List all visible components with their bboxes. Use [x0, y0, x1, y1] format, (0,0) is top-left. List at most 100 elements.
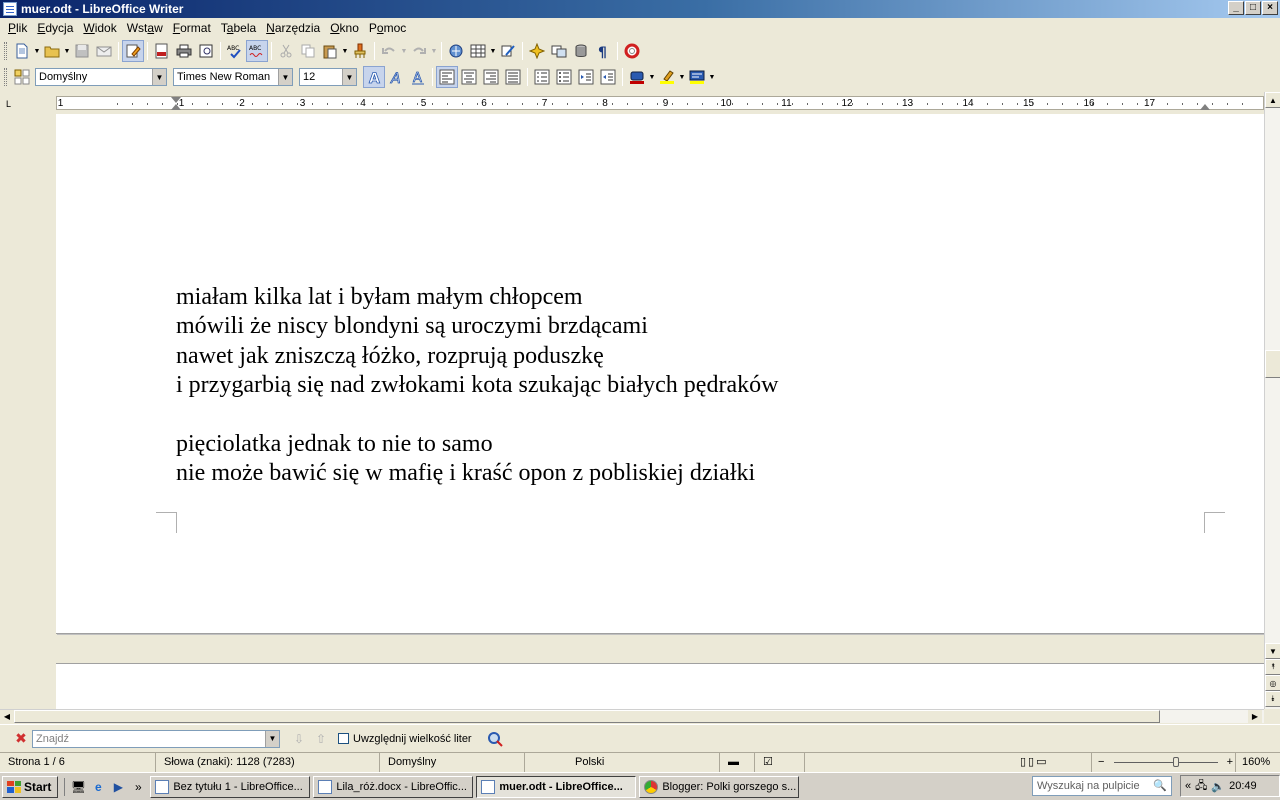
- chevron-down-icon[interactable]: ▼: [678, 74, 686, 81]
- page-indicator[interactable]: Strona 1 / 6: [0, 753, 156, 772]
- scroll-up-button[interactable]: ▲: [1265, 92, 1280, 108]
- copy-button[interactable]: [297, 40, 319, 62]
- menu-wstaw[interactable]: Wstaw: [122, 18, 168, 38]
- print-button[interactable]: [173, 40, 195, 62]
- draw-functions-button[interactable]: [497, 40, 519, 62]
- horizontal-scrollbar[interactable]: ◀ ▶: [0, 709, 1264, 723]
- clone-formatting-button[interactable]: [349, 40, 371, 62]
- save-button[interactable]: [71, 40, 93, 62]
- zoom-in-icon[interactable]: +: [1227, 756, 1233, 768]
- task-lila-roz[interactable]: Lila_róż.docx - LibreOffic...: [313, 775, 474, 798]
- hyperlink-button[interactable]: [445, 40, 467, 62]
- menu-edycja[interactable]: Edycja: [32, 18, 78, 38]
- text-line[interactable]: nie może bawić się w mafię i kraść opon …: [176, 459, 778, 488]
- edit-mode-button[interactable]: [122, 40, 144, 62]
- word-count[interactable]: Słowa (znaki): 1128 (7283): [156, 753, 380, 772]
- indent-marker[interactable]: [1200, 104, 1210, 110]
- page-1[interactable]: miałam kilka lat i byłam małym chłopcem …: [56, 114, 1264, 634]
- document-area[interactable]: miałam kilka lat i byłam małym chłopcem …: [0, 114, 1264, 709]
- redo-button[interactable]: [408, 40, 430, 62]
- open-button[interactable]: [41, 40, 63, 62]
- empty-line[interactable]: [176, 401, 778, 430]
- task-muer[interactable]: muer.odt - LibreOffice...: [476, 775, 637, 798]
- page-2[interactable]: [56, 663, 1264, 709]
- bold-button[interactable]: A: [363, 66, 385, 88]
- network-icon[interactable]: 🖧: [1195, 777, 1207, 796]
- export-pdf-button[interactable]: [151, 40, 173, 62]
- find-previous-icon[interactable]: ⇧: [310, 732, 332, 746]
- horizontal-ruler[interactable]: 1 1 2 3 4 5 6 7 8 9 10 11 12 13 14 15 16 17: [56, 96, 1264, 110]
- chevron-down-icon[interactable]: ▼: [489, 48, 497, 55]
- media-player-icon[interactable]: ▶: [109, 778, 127, 796]
- text-line[interactable]: miałam kilka lat i byłam małym chłopcem: [176, 283, 778, 312]
- chevron-down-icon[interactable]: ▼: [708, 74, 716, 81]
- internet-explorer-icon[interactable]: e: [89, 778, 107, 796]
- maximize-button[interactable]: □: [1245, 1, 1261, 15]
- zoom-percent[interactable]: 160%: [1236, 753, 1280, 772]
- chevron-down-icon[interactable]: ▼: [278, 69, 292, 85]
- background-color-button[interactable]: [686, 66, 708, 88]
- task-bez-tytulu[interactable]: Bez tytułu 1 - LibreOffice...: [150, 775, 311, 798]
- text-line[interactable]: i przygarbią się nad zwłokami kota szuka…: [176, 371, 778, 400]
- view-layout[interactable]: ▯▯▭: [1012, 753, 1092, 772]
- autospellcheck-button[interactable]: ABC: [246, 40, 268, 62]
- paragraph-style-select[interactable]: Domyślny ▼: [35, 68, 167, 86]
- chevron-down-icon[interactable]: ▼: [265, 730, 279, 747]
- new-document-button[interactable]: [11, 40, 33, 62]
- previous-page-button[interactable]: ⯭: [1265, 659, 1280, 675]
- numbering-button[interactable]: [531, 66, 553, 88]
- close-find-icon[interactable]: ✖: [10, 730, 32, 747]
- text-line[interactable]: nawet jak zniszczą łóżko, rozprują podus…: [176, 342, 778, 371]
- decrease-indent-button[interactable]: [575, 66, 597, 88]
- desktop-search-input[interactable]: Wyszukaj na pulpicie 🔍: [1032, 776, 1172, 796]
- horizontal-scroll-thumb[interactable]: [14, 710, 1160, 723]
- font-name-select[interactable]: Times New Roman ▼: [173, 68, 293, 86]
- search-icon[interactable]: 🔍: [1153, 777, 1167, 795]
- close-button[interactable]: ×: [1262, 1, 1278, 15]
- print-preview-button[interactable]: [195, 40, 217, 62]
- gallery-button[interactable]: [548, 40, 570, 62]
- minimize-button[interactable]: _: [1228, 1, 1244, 15]
- email-button[interactable]: [93, 40, 115, 62]
- data-sources-button[interactable]: [570, 40, 592, 62]
- chevron-down-icon[interactable]: ▼: [400, 48, 408, 55]
- chevron-down-icon[interactable]: ▼: [152, 69, 166, 85]
- help-button[interactable]: [621, 40, 643, 62]
- selection-mode[interactable]: ☑: [755, 753, 805, 772]
- document-text[interactable]: miałam kilka lat i byłam małym chłopcem …: [176, 283, 778, 489]
- chevron-down-icon[interactable]: ▼: [342, 69, 356, 85]
- menu-narzedzia[interactable]: Narzędzia: [261, 18, 325, 38]
- tray-expand-icon[interactable]: «: [1185, 780, 1191, 792]
- underline-button[interactable]: A: [407, 66, 429, 88]
- volume-icon[interactable]: 🔈: [1211, 780, 1225, 793]
- align-center-button[interactable]: [458, 66, 480, 88]
- language[interactable]: Polski: [525, 753, 720, 772]
- toolbar-grip[interactable]: [4, 68, 7, 86]
- bullets-button[interactable]: [553, 66, 575, 88]
- more-quicklaunch-icon[interactable]: »: [129, 778, 147, 796]
- zoom-track[interactable]: [1113, 756, 1218, 767]
- increase-indent-button[interactable]: [597, 66, 619, 88]
- navigator-button[interactable]: [526, 40, 548, 62]
- vertical-scroll-thumb[interactable]: [1265, 350, 1280, 378]
- vertical-scrollbar[interactable]: ▲ ▼ ⯭ ◎ ⯯: [1264, 92, 1280, 709]
- text-line[interactable]: mówili że niscy blondyni są uroczymi brz…: [176, 312, 778, 341]
- insert-table-button[interactable]: [467, 40, 489, 62]
- navigation-button[interactable]: ◎: [1265, 675, 1280, 691]
- menu-widok[interactable]: Widok: [78, 18, 121, 38]
- highlight-button[interactable]: [656, 66, 678, 88]
- match-case-checkbox[interactable]: [338, 733, 349, 744]
- indent-marker[interactable]: [171, 97, 181, 103]
- font-color-button[interactable]: [626, 66, 648, 88]
- zoom-out-icon[interactable]: −: [1098, 756, 1104, 768]
- align-left-button[interactable]: [436, 66, 458, 88]
- chevron-down-icon[interactable]: ▼: [430, 48, 438, 55]
- page-style[interactable]: Domyślny: [380, 753, 525, 772]
- menu-pomoc[interactable]: Pomoc: [364, 18, 411, 38]
- zoom-knob[interactable]: [1172, 756, 1179, 767]
- menu-plik[interactable]: Plik: [3, 18, 32, 38]
- tab-stop-selector[interactable]: L: [6, 99, 11, 109]
- chevron-down-icon[interactable]: ▼: [33, 48, 41, 55]
- chevron-down-icon[interactable]: ▼: [63, 48, 71, 55]
- find-input[interactable]: Znajdź ▼: [32, 729, 280, 748]
